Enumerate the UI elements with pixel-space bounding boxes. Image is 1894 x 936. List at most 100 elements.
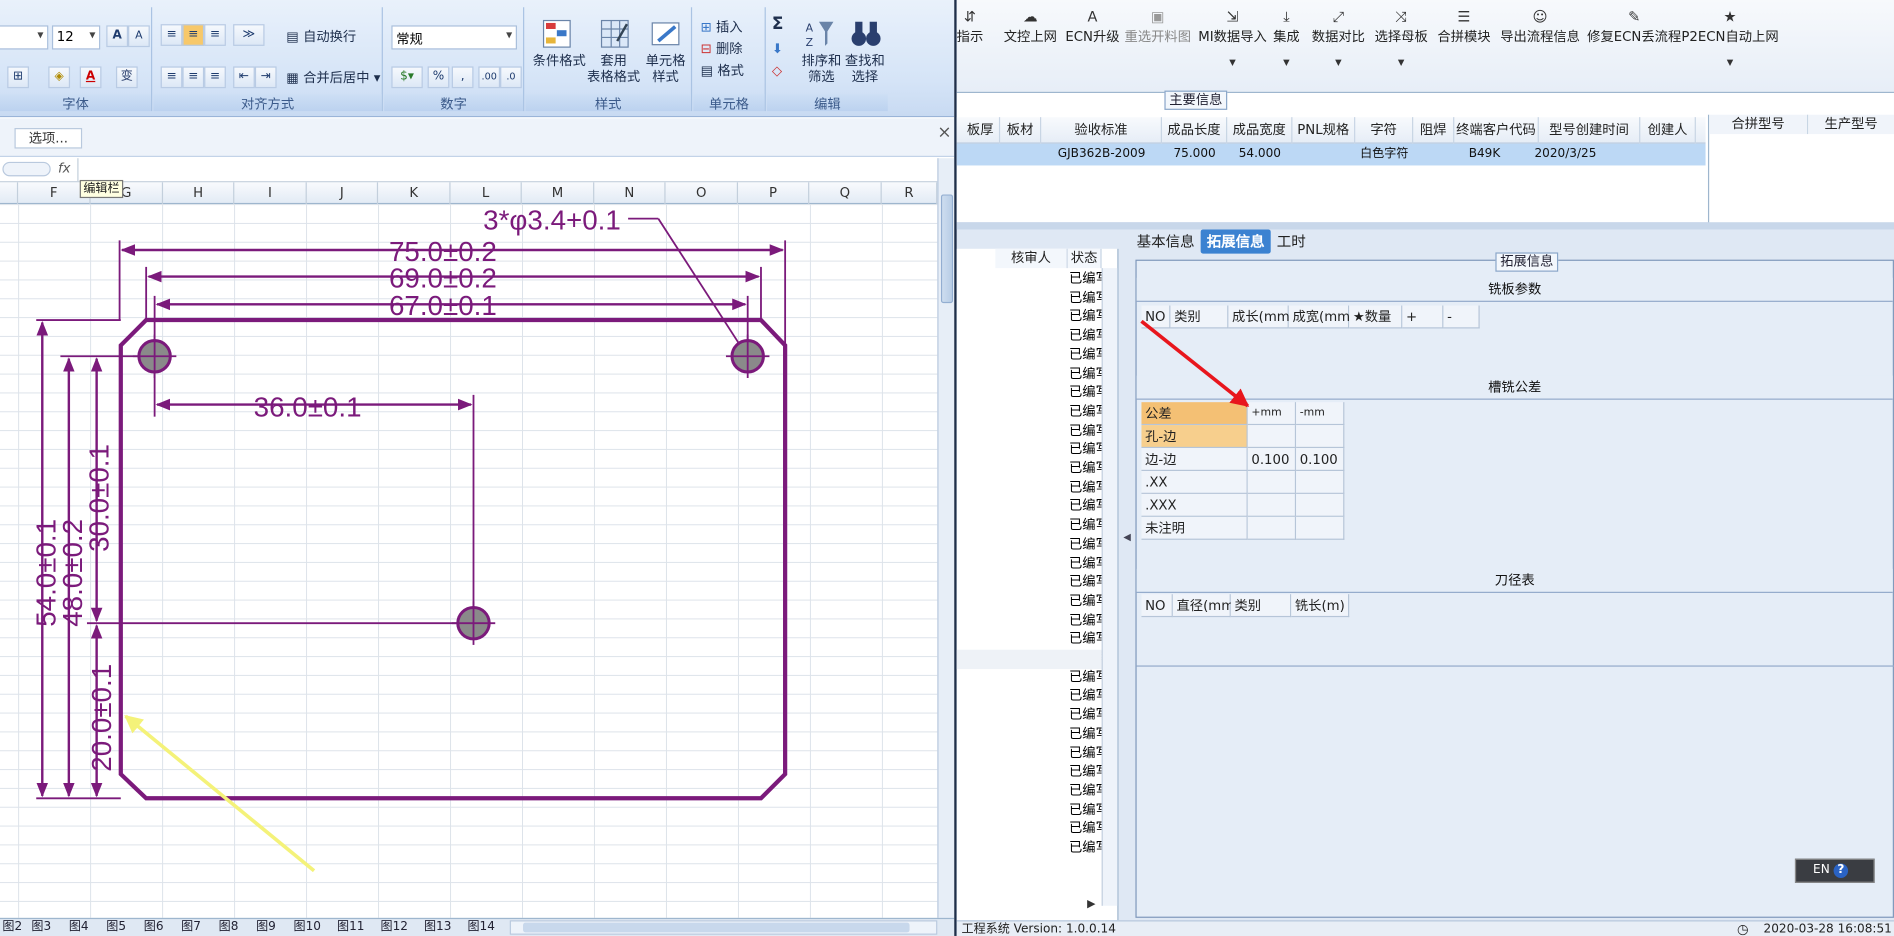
dropdown-arrow-icon[interactable]: ▼ <box>1681 58 1778 68</box>
col-header[interactable]: 型号创建时间 <box>1539 117 1641 144</box>
align-bottom-button[interactable]: ≡ <box>204 24 226 46</box>
table-header[interactable]: - <box>1443 305 1480 329</box>
col-header[interactable]: 阻焊 <box>1413 117 1455 144</box>
increase-decimal-button[interactable]: .00 <box>478 66 501 89</box>
find-select-button[interactable]: 查找和 选择 <box>842 53 888 84</box>
insert-button[interactable]: ⊞ 插入 <box>701 19 743 35</box>
tolerance-row-label[interactable]: 边-边 <box>1141 448 1248 472</box>
sheet-tab[interactable]: 图10 <box>294 919 321 936</box>
wrap-text-button[interactable]: ▤ 自动换行 <box>286 29 356 45</box>
currency-button[interactable]: $▾ <box>391 66 423 89</box>
clear-button[interactable]: ◇ <box>772 63 782 79</box>
align-right-button[interactable]: ≡ <box>204 66 226 89</box>
close-icon[interactable]: × <box>937 123 951 142</box>
panel-splitter[interactable] <box>956 222 1894 230</box>
tolerance-minus-cell[interactable] <box>1296 425 1345 449</box>
toolbar-btn-doc-online[interactable]: ☁ 文控上网 <box>1004 7 1057 46</box>
col-header[interactable]: O <box>666 182 739 205</box>
table-header[interactable]: ★数量 <box>1349 305 1403 329</box>
toolbar-btn-p2ecn-auto[interactable]: ★ P2ECN自动上网 ▼ <box>1681 7 1778 67</box>
sheet-tab[interactable]: 图11 <box>337 919 364 936</box>
toolbar-btn-instruct[interactable]: ⇵ 指示 <box>957 7 984 46</box>
col-header[interactable]: N <box>594 182 666 205</box>
comma-button[interactable]: , <box>451 66 474 89</box>
toolbar-btn-integrate[interactable]: ⤓ 集成 ▼ <box>1273 7 1300 67</box>
toolbar-btn-merge-module[interactable]: ☰ 合拼模块 <box>1437 7 1490 46</box>
tab-work-hours[interactable]: 工时 <box>1271 229 1312 253</box>
table-header[interactable]: 铣长(m) <box>1291 594 1350 618</box>
sheet-tab[interactable]: 图6 <box>144 919 164 936</box>
tolerance-plus-cell[interactable] <box>1247 493 1297 517</box>
cell-style-button[interactable]: 单元格 样式 <box>644 53 687 84</box>
table-header[interactable]: + <box>1402 305 1444 329</box>
col-header[interactable]: M <box>522 182 595 205</box>
sheet-tab[interactable]: 图12 <box>380 919 407 936</box>
language-indicator[interactable]: EN ? <box>1794 858 1875 883</box>
font-name-combo[interactable] <box>0 25 49 50</box>
sheet-tab[interactable]: 图7 <box>181 919 201 936</box>
col-header[interactable]: 核审人 <box>995 248 1068 269</box>
toolbar-btn-export-flow[interactable]: ☺ 导出流程信息 <box>1500 7 1580 46</box>
col-header[interactable]: P <box>738 182 810 205</box>
orientation-button[interactable]: ≫ <box>233 24 265 46</box>
table-header[interactable]: -mm <box>1296 402 1345 426</box>
col-header[interactable]: L <box>451 182 522 205</box>
tolerance-minus-cell[interactable]: 0.100 <box>1296 448 1345 472</box>
col-header[interactable]: I <box>234 182 307 205</box>
help-icon[interactable]: ? <box>1833 863 1849 878</box>
sheet-tab[interactable]: 图9 <box>256 919 276 936</box>
col-header[interactable]: 板厚 <box>961 117 1001 144</box>
tolerance-plus-cell[interactable] <box>1247 425 1297 449</box>
col-header[interactable]: 板材 <box>1000 117 1042 144</box>
tool-table-body[interactable] <box>1136 618 1894 667</box>
font-size-combo[interactable]: 12 <box>51 25 101 50</box>
vertical-scroll-thumb[interactable] <box>940 194 954 304</box>
merge-center-button[interactable]: ▦ 合并后居中 ▾ <box>286 70 380 86</box>
tolerance-minus-cell[interactable] <box>1296 516 1345 540</box>
dropdown-arrow-icon[interactable]: ▼ <box>1312 58 1365 68</box>
shrink-font-button[interactable]: A <box>128 25 150 48</box>
percent-button[interactable]: % <box>427 66 450 89</box>
table-header[interactable]: 类别 <box>1230 594 1292 618</box>
align-top-button[interactable]: ≡ <box>160 24 183 46</box>
sheet-tab[interactable]: 图5 <box>106 919 126 936</box>
decrease-decimal-button[interactable]: .0 <box>500 66 522 89</box>
col-header[interactable]: 状态 <box>1067 248 1102 269</box>
tab-extended-info[interactable]: 拓展信息 <box>1200 229 1271 254</box>
col-header[interactable]: PNL规格 <box>1292 117 1356 144</box>
table-header[interactable]: 直径(mm) <box>1172 594 1239 618</box>
col-header[interactable]: 验收标准 <box>1041 117 1162 144</box>
dropdown-arrow-icon[interactable]: ▼ <box>1198 58 1267 68</box>
conditional-format-button[interactable]: 条件格式 <box>530 53 588 69</box>
name-box[interactable] <box>2 161 51 177</box>
increase-indent-button[interactable]: ⇥ <box>254 66 277 89</box>
col-header[interactable]: 终端客户代码 <box>1454 117 1539 144</box>
horizontal-scrollbar[interactable] <box>509 920 938 935</box>
col-header[interactable]: 字符 <box>1355 117 1414 144</box>
tolerance-plus-cell[interactable] <box>1247 471 1297 494</box>
fill-color-button[interactable]: ◈ <box>48 66 71 89</box>
table-header[interactable]: NO <box>1141 594 1173 618</box>
dropdown-arrow-icon[interactable]: ▼ <box>1375 58 1428 68</box>
dropdown-arrow-icon[interactable]: ▼ <box>1273 58 1300 68</box>
fx-icon[interactable]: fx <box>58 161 71 177</box>
number-format-combo[interactable]: 常规 <box>391 25 517 50</box>
formula-input[interactable] <box>77 158 937 182</box>
col-header[interactable]: 成品宽度 <box>1227 117 1293 144</box>
sheet-tab[interactable]: 图13 <box>424 919 451 936</box>
format-button[interactable]: ▤ 格式 <box>701 63 744 79</box>
grow-font-button[interactable]: A <box>106 25 129 48</box>
toolbar-btn-select-mother[interactable]: ⤨ 选择母板 ▼ <box>1375 7 1428 67</box>
tolerance-plus-cell[interactable]: 0.100 <box>1247 448 1297 472</box>
border-button[interactable]: ⊞ <box>7 66 29 89</box>
toolbar-btn-reselect-cutting[interactable]: ▣ 重选开料图 <box>1125 7 1191 46</box>
options-button[interactable]: 选项... <box>14 128 83 149</box>
col-header[interactable]: 合拼型号 <box>1709 114 1809 135</box>
autosum-button[interactable]: Σ <box>772 16 784 33</box>
col-header[interactable]: Q <box>809 182 882 205</box>
sheet-tab[interactable]: 图4 <box>69 919 89 936</box>
tolerance-row-label[interactable]: .XX <box>1141 471 1248 494</box>
decrease-indent-button[interactable]: ⇤ <box>233 66 255 89</box>
tab-basic-info[interactable]: 基本信息 <box>1131 229 1201 253</box>
sheet-tab[interactable]: 图14 <box>467 919 494 936</box>
